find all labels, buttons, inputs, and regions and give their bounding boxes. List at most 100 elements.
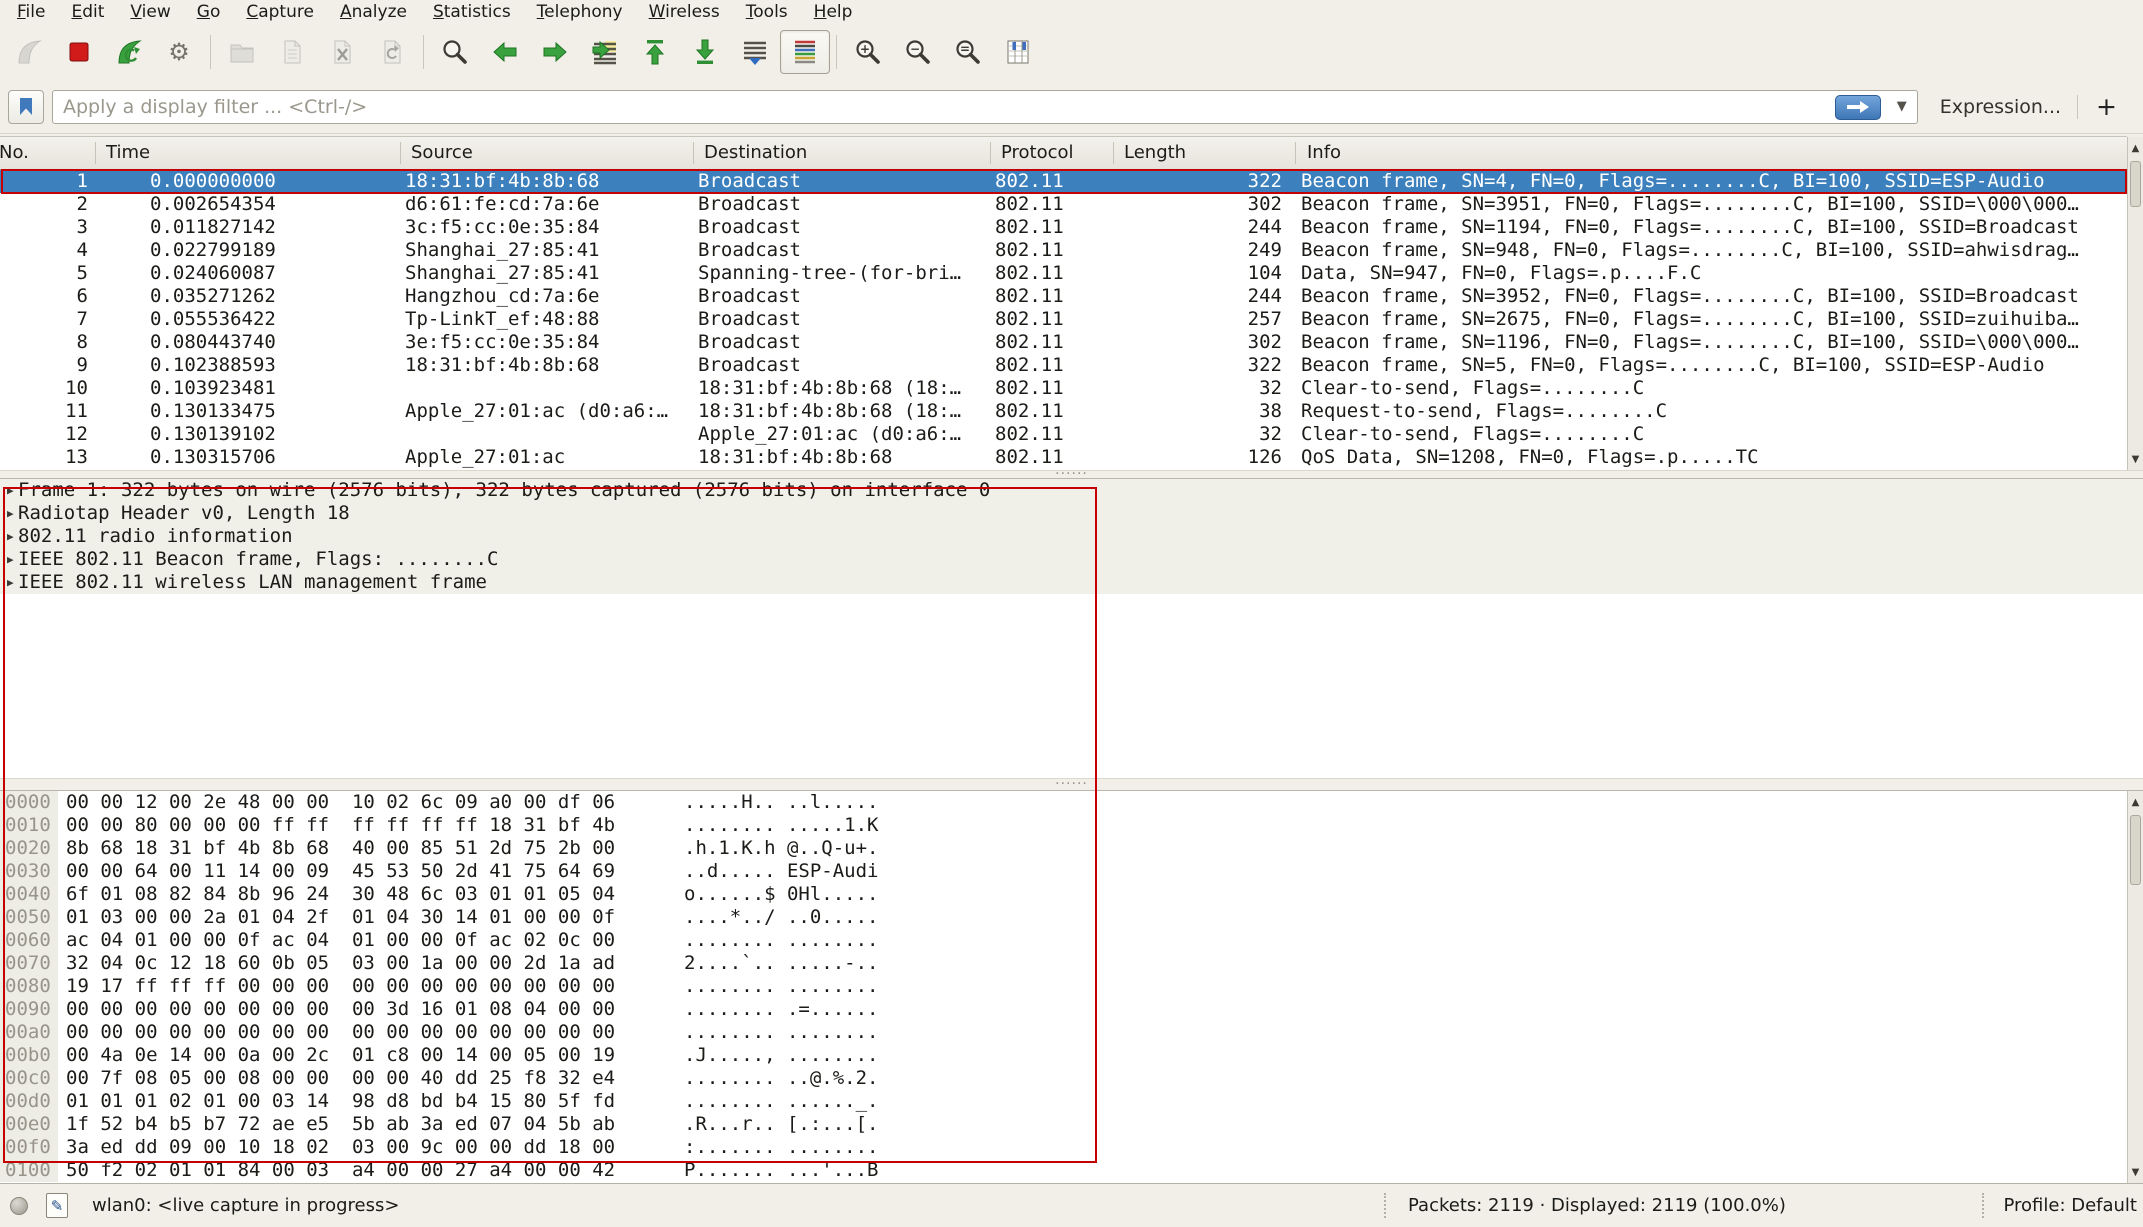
packet-row-4[interactable]: 40.022799189Shanghai_27:85:41Broadcast80… [0,239,2127,262]
expander-icon[interactable]: ▶ [0,548,18,571]
hex-row-00d0[interactable]: 00d001 01 01 02 01 00 03 14 98 d8 bd b4 … [0,1090,2143,1113]
apply-filter-button[interactable] [1835,95,1881,120]
menu-statistics[interactable]: Statistics [420,1,524,24]
hex-row-0100[interactable]: 010050 f2 02 01 01 84 00 03 a4 00 00 27 … [0,1159,2143,1182]
zoom-out-button[interactable]: − [893,30,943,74]
menu-file[interactable]: File [4,1,58,24]
filter-bookmark-button[interactable] [8,90,44,124]
filter-dropdown-caret[interactable]: ▼ [1897,99,1907,114]
expression-button[interactable]: Expression... [1918,96,2077,118]
go-to-packet-button[interactable] [580,30,630,74]
packet-row-10[interactable]: 100.10392348118:31:bf:4b:8b:68 (18:…802.… [0,377,2127,400]
hex-row-0080[interactable]: 008019 17 ff ff ff 00 00 00 00 00 00 00 … [0,975,2143,998]
auto-scroll-button[interactable] [730,30,780,74]
hex-row-0010[interactable]: 001000 00 80 00 00 00 ff ff ff ff ff ff … [0,814,2143,837]
column-header-destination[interactable]: Destination [698,137,807,169]
scroll-up-icon[interactable]: ▲ [2128,791,2143,813]
expander-icon[interactable]: ▶ [0,479,18,502]
packet-row-2[interactable]: 20.002654354d6:61:fe:cd:7a:6eBroadcast80… [0,193,2127,216]
hex-row-0060[interactable]: 0060ac 04 01 00 00 0f ac 04 01 00 00 0f … [0,929,2143,952]
detail-tree-row[interactable]: ▶Radiotap Header v0, Length 18 [0,502,2143,525]
hex-row-00a0[interactable]: 00a000 00 00 00 00 00 00 00 00 00 00 00 … [0,1021,2143,1044]
hex-row-00b0[interactable]: 00b000 4a 0e 14 00 0a 00 2c 01 c8 00 14 … [0,1044,2143,1067]
go-back-button[interactable] [480,30,530,74]
pane-splitter-top[interactable]: ······ [0,470,2143,479]
pane-splitter-bottom[interactable]: ······ [0,778,2143,791]
packet-row-11[interactable]: 110.130133475Apple_27:01:ac (d0:a6:…18:3… [0,400,2127,423]
detail-tree-row[interactable]: ▶Frame 1: 322 bytes on wire (2576 bits),… [0,479,2143,502]
stop-capture-button[interactable] [54,30,104,74]
hex-row-0070[interactable]: 007032 04 0c 12 18 60 0b 05 03 00 1a 00 … [0,952,2143,975]
packet-row-12[interactable]: 120.130139102Apple_27:01:ac (d0:a6:…802.… [0,423,2127,446]
packet-list-scrollbar[interactable]: ▲ ▼ [2127,137,2143,470]
add-filter-button[interactable]: + [2078,92,2133,121]
reload-file-button[interactable] [367,30,417,74]
packet-row-3[interactable]: 30.0118271423c:f5:cc:0e:35:84Broadcast80… [0,216,2127,239]
column-separator[interactable] [400,142,401,164]
scroll-down-icon[interactable]: ▼ [2128,448,2143,470]
go-first-packet-button[interactable] [630,30,680,74]
packet-row-9[interactable]: 90.10238859318:31:bf:4b:8b:68Broadcast80… [0,354,2127,377]
close-file-button[interactable] [317,30,367,74]
hex-row-0000[interactable]: 000000 00 12 00 2e 48 00 00 10 02 6c 09 … [0,791,2143,814]
packet-row-6[interactable]: 60.035271262Hangzhou_cd:7a:6eBroadcast80… [0,285,2127,308]
go-last-packet-button[interactable] [680,30,730,74]
go-forward-button[interactable] [530,30,580,74]
hex-row-0090[interactable]: 009000 00 00 00 00 00 00 00 00 3d 16 01 … [0,998,2143,1021]
menu-telephony[interactable]: Telephony [524,1,636,24]
column-separator[interactable] [1295,142,1296,164]
scrollbar-thumb[interactable] [2130,161,2141,207]
zoom-original-button[interactable]: = [943,30,993,74]
hex-row-0040[interactable]: 00406f 01 08 82 84 8b 96 24 30 48 6c 03 … [0,883,2143,906]
menu-analyze[interactable]: Analyze [327,1,420,24]
column-header-time[interactable]: Time [100,137,150,169]
capture-options-button[interactable]: ⚙ [154,30,204,74]
expander-icon[interactable]: ▶ [0,502,18,525]
packet-row-7[interactable]: 70.055536422Tp-LinkT_ef:48:88Broadcast80… [0,308,2127,331]
hex-row-0050[interactable]: 005001 03 00 00 2a 01 04 2f 01 04 30 14 … [0,906,2143,929]
profile-button[interactable]: Profile: Default [2003,1184,2137,1227]
packet-bytes-scrollbar[interactable]: ▲ ▼ [2127,791,2143,1183]
expander-icon[interactable]: ▶ [0,571,18,594]
detail-tree-row[interactable]: ▶IEEE 802.11 Beacon frame, Flags: ......… [0,548,2143,571]
hex-row-00e0[interactable]: 00e01f 52 b4 b5 b7 72 ae e5 5b ab 3a ed … [0,1113,2143,1136]
zoom-in-button[interactable]: + [843,30,893,74]
column-header-info[interactable]: Info [1301,137,1341,169]
find-packet-button[interactable] [430,30,480,74]
open-file-button[interactable] [217,30,267,74]
scrollbar-thumb[interactable] [2130,815,2141,885]
packet-row-5[interactable]: 50.024060087Shanghai_27:85:41Spanning-tr… [0,262,2127,285]
detail-tree-row[interactable]: ▶IEEE 802.11 wireless LAN management fra… [0,571,2143,594]
start-capture-button[interactable] [4,30,54,74]
column-header-source[interactable]: Source [405,137,473,169]
colorize-packets-button[interactable] [780,30,830,74]
column-separator[interactable] [990,142,991,164]
packet-row-1[interactable]: 10.00000000018:31:bf:4b:8b:68Broadcast80… [0,170,2127,193]
menu-view[interactable]: View [117,1,183,24]
menu-edit[interactable]: Edit [58,1,117,24]
expert-info-icon[interactable]: ✎ [46,1193,68,1218]
column-header-no[interactable]: No. [0,137,29,169]
column-separator[interactable] [95,142,96,164]
menu-wireless[interactable]: Wireless [636,1,733,24]
menu-go[interactable]: Go [184,1,234,24]
column-header-length[interactable]: Length [1118,137,1186,169]
menu-tools[interactable]: Tools [733,1,801,24]
scroll-down-icon[interactable]: ▼ [2128,1161,2143,1183]
resize-columns-button[interactable] [993,30,1043,74]
column-separator[interactable] [1113,142,1114,164]
display-filter-input[interactable]: Apply a display filter ... <Ctrl-/> ▼ [52,90,1918,124]
hex-row-0020[interactable]: 00208b 68 18 31 bf 4b 8b 68 40 00 85 51 … [0,837,2143,860]
menu-help[interactable]: Help [801,1,866,24]
menu-capture[interactable]: Capture [233,1,327,24]
column-header-protocol[interactable]: Protocol [995,137,1074,169]
hex-row-00f0[interactable]: 00f03a ed dd 09 00 10 18 02 03 00 9c 00 … [0,1136,2143,1159]
scroll-up-icon[interactable]: ▲ [2128,137,2143,159]
hex-row-0030[interactable]: 003000 00 64 00 11 14 00 09 45 53 50 2d … [0,860,2143,883]
detail-tree-row[interactable]: ▶802.11 radio information [0,525,2143,548]
hex-row-00c0[interactable]: 00c000 7f 08 05 00 08 00 00 00 00 40 dd … [0,1067,2143,1090]
column-separator[interactable] [693,142,694,164]
restart-capture-button[interactable] [104,30,154,74]
save-file-button[interactable] [267,30,317,74]
packet-row-8[interactable]: 80.0804437403e:f5:cc:0e:35:84Broadcast80… [0,331,2127,354]
